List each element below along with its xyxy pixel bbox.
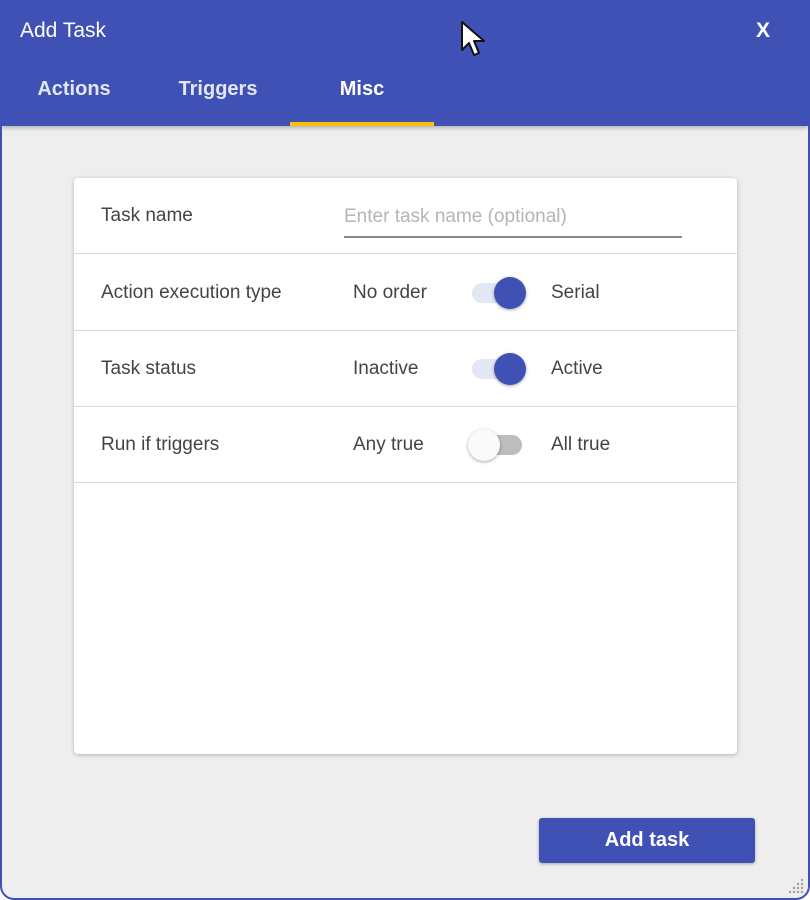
dialog-header: Add Task X Actions Triggers Misc — [2, 2, 808, 126]
any-true-label: Any true — [353, 434, 424, 455]
active-tab-indicator — [290, 122, 434, 126]
toggle-thumb — [494, 277, 526, 309]
add-task-dialog: Add Task X Actions Triggers Misc Task na… — [0, 0, 810, 900]
tab-actions[interactable]: Actions — [2, 64, 146, 124]
run-if-triggers-toggle[interactable] — [468, 427, 526, 463]
no-order-label: No order — [353, 282, 427, 303]
serial-label: Serial — [551, 282, 600, 303]
action-execution-type-label: Action execution type — [101, 282, 282, 303]
task-status-row: Task status Inactive Active — [74, 331, 737, 407]
task-name-row: Task name — [74, 178, 737, 254]
tab-triggers[interactable]: Triggers — [146, 64, 290, 124]
run-if-triggers-label: Run if triggers — [101, 434, 220, 455]
task-status-label: Task status — [101, 358, 197, 379]
all-true-label: All true — [551, 434, 611, 455]
task-name-input[interactable] — [344, 194, 682, 236]
toggle-thumb — [468, 429, 500, 461]
dialog-title: Add Task — [20, 19, 106, 42]
tab-misc[interactable]: Misc — [290, 64, 434, 124]
task-name-field — [344, 194, 682, 238]
action-execution-type-toggle[interactable] — [468, 275, 526, 311]
add-task-button[interactable]: Add task — [539, 818, 755, 863]
resize-grip-icon[interactable] — [786, 876, 806, 896]
task-status-toggle[interactable] — [468, 351, 526, 387]
inactive-label: Inactive — [353, 358, 419, 379]
run-if-triggers-row: Run if triggers Any true All true — [74, 407, 737, 483]
active-label: Active — [551, 358, 603, 379]
toggle-thumb — [494, 353, 526, 385]
misc-settings-card: Task name Action execution type No order… — [74, 178, 737, 754]
task-name-label: Task name — [101, 205, 193, 226]
action-execution-type-row: Action execution type No order Serial — [74, 255, 737, 331]
close-button[interactable]: X — [746, 16, 780, 46]
